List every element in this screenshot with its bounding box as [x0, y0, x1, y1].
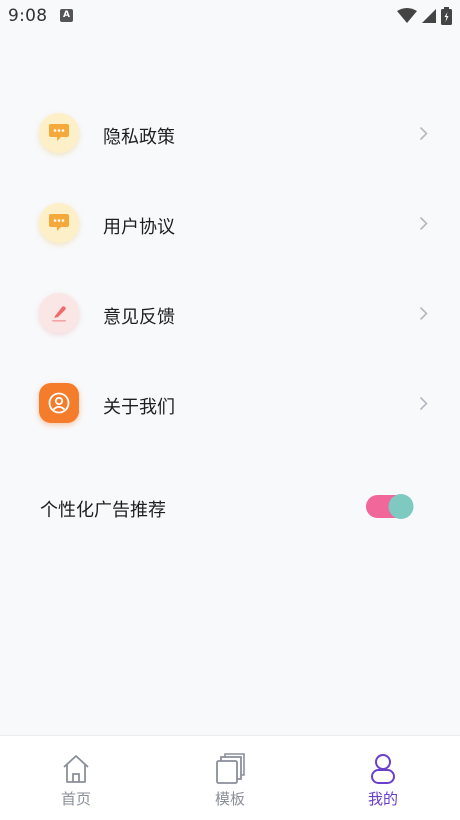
- menu-item-feedback[interactable]: 意见反馈: [0, 270, 460, 360]
- status-bar: 9:08 A: [0, 0, 460, 32]
- tab-label: 首页: [60, 790, 91, 808]
- chevron-right-icon: [419, 216, 428, 231]
- menu-item-label: 用户协议: [103, 217, 175, 238]
- status-time: 9:08: [8, 6, 48, 26]
- tab-templates[interactable]: 模板: [170, 736, 290, 820]
- home-icon: [63, 755, 89, 783]
- chevron-right-icon: [419, 306, 428, 321]
- menu-item-privacy-policy[interactable]: 隐私政策: [0, 90, 460, 180]
- personalized-ads-toggle[interactable]: [366, 493, 415, 520]
- layers-icon: [216, 753, 245, 784]
- chevron-right-icon: [419, 126, 428, 141]
- notification-a-icon: A: [60, 9, 73, 22]
- tab-label: 模板: [214, 790, 245, 808]
- menu-item-label: 意见反馈: [103, 307, 175, 328]
- cellular-signal-icon: [422, 9, 436, 23]
- chevron-right-icon: [419, 396, 428, 411]
- profile-icon: [371, 754, 395, 784]
- status-indicators: [397, 6, 452, 26]
- pencil-icon: [39, 293, 79, 333]
- menu-item-label: 关于我们: [103, 397, 175, 418]
- menu-item-about-us[interactable]: 关于我们: [0, 360, 460, 450]
- menu-item-label: 隐私政策: [103, 127, 175, 148]
- menu-item-user-agreement[interactable]: 用户协议: [0, 180, 460, 270]
- personalized-ads-row: 个性化广告推荐: [0, 482, 460, 532]
- wifi-icon: [397, 8, 417, 23]
- user-circle-icon: [39, 383, 79, 423]
- chat-bubble-icon: [39, 113, 79, 153]
- bottom-tab-bar: 首页 模板 我的: [0, 735, 460, 820]
- tab-mine[interactable]: 我的: [323, 736, 443, 820]
- battery-icon: [441, 7, 452, 25]
- personalized-ads-label: 个性化广告推荐: [40, 500, 166, 521]
- tab-home[interactable]: 首页: [16, 736, 136, 820]
- chat-bubble-icon: [39, 203, 79, 243]
- tab-label: 我的: [367, 790, 398, 808]
